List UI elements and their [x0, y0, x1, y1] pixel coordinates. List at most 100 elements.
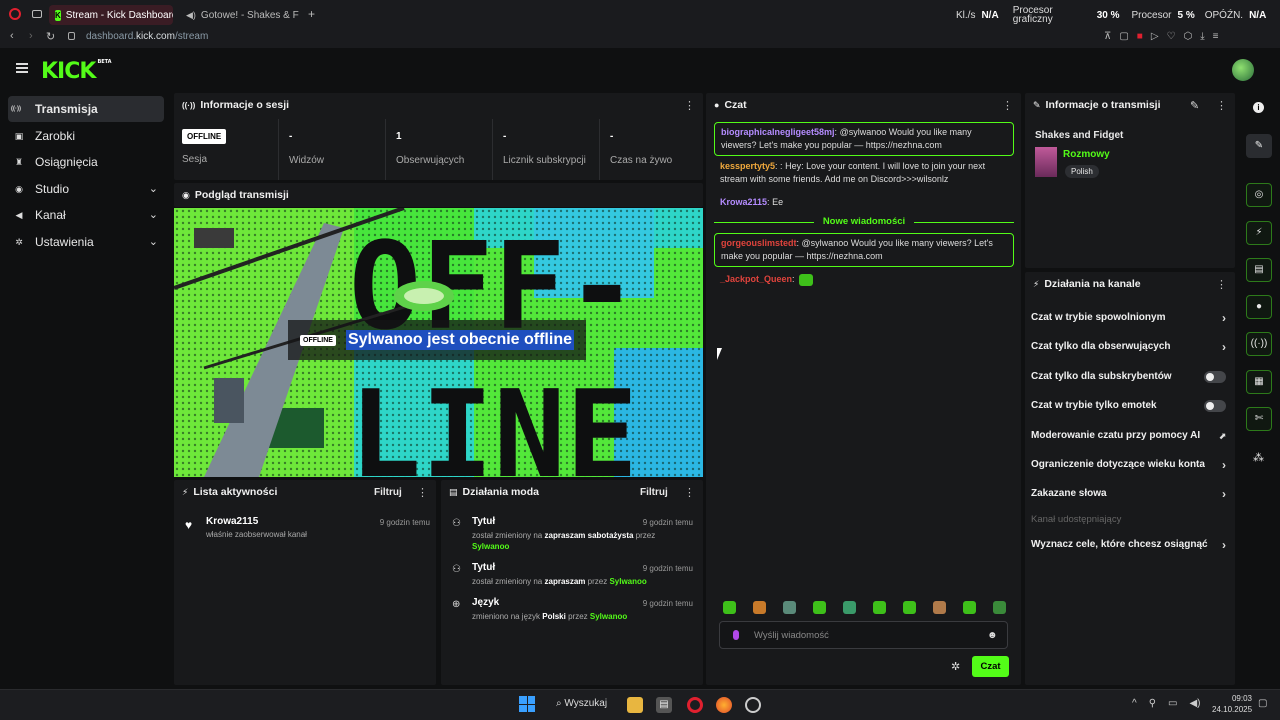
chat-username[interactable]: _Jackpot_Queen: [720, 274, 792, 284]
channel-action-item[interactable]: Czat tylko dla obserwujących ›: [1031, 337, 1226, 357]
rail-nodes-icon[interactable]: ⁂: [1253, 451, 1264, 464]
channel-action-item[interactable]: Moderowanie czatu przy pomocy AI ⬈: [1031, 426, 1226, 446]
channel-action-item[interactable]: Czat w trybie tylko emotek: [1031, 396, 1226, 416]
snapshot-icon[interactable]: ▢: [1119, 31, 1128, 42]
mod-action-item: ⊕ Język zmieniono na język Polski przez Sy…: [452, 597, 693, 622]
emote-button[interactable]: [993, 601, 1006, 614]
rail-clipboard-button[interactable]: ▤: [1246, 258, 1272, 282]
clock[interactable]: 09:03 24.10.2025: [1212, 693, 1252, 715]
start-windows-icon[interactable]: [519, 696, 535, 712]
workspaces-icon[interactable]: [32, 10, 42, 18]
extensions-icon[interactable]: ⬡: [1184, 31, 1193, 42]
emote-button[interactable]: [843, 601, 856, 614]
sidebar-item-2[interactable]: ♜ Osiągnięcia: [8, 149, 164, 175]
reload-icon[interactable]: ↻: [46, 30, 55, 43]
sidebar-item-label: Zarobki: [35, 128, 76, 143]
panel-title: Czat: [724, 99, 747, 111]
store-icon[interactable]: ▤: [656, 697, 672, 713]
palette-icon: ◉: [15, 183, 23, 194]
rail-camera-button[interactable]: ◎: [1246, 183, 1272, 207]
panel-title: Lista aktywności: [193, 486, 278, 498]
kebab-menu-icon[interactable]: ⋮: [417, 486, 428, 499]
broadcast-icon: ((·)): [182, 100, 196, 110]
emoji-icon[interactable]: ☻: [987, 630, 998, 641]
player-icon[interactable]: ▷: [1151, 31, 1159, 42]
heart-icon[interactable]: ♡: [1167, 31, 1176, 42]
channel-action-item[interactable]: Czat w trybie spowolnionym ›: [1031, 308, 1226, 328]
emote-button[interactable]: [873, 601, 886, 614]
kebab-menu-icon[interactable]: ⋮: [684, 99, 695, 112]
steam-icon[interactable]: [745, 697, 761, 713]
chevron-down-icon[interactable]: ⌄: [149, 208, 158, 221]
info-icon[interactable]: i: [1253, 102, 1264, 113]
emote-button[interactable]: [723, 601, 736, 614]
filter-button[interactable]: Filtruj: [374, 487, 402, 498]
opera-logo-icon[interactable]: [9, 8, 21, 20]
forward-icon[interactable]: ›: [29, 30, 33, 42]
filter-button[interactable]: Filtruj: [640, 487, 668, 498]
new-tab-button[interactable]: +: [308, 7, 315, 21]
edit-icon[interactable]: ✎: [1190, 99, 1199, 112]
chat-username[interactable]: kesspertyty5: [720, 161, 775, 171]
back-icon[interactable]: ‹: [10, 30, 14, 42]
menu-toggle-icon[interactable]: [16, 63, 28, 73]
chat-settings-icon[interactable]: ✲: [951, 660, 960, 673]
avatar[interactable]: [1232, 59, 1254, 81]
chevron-up-icon[interactable]: ^: [1132, 698, 1137, 709]
channel-action-item[interactable]: Zakazane słowa ›: [1031, 484, 1226, 504]
shield-icon[interactable]: ■: [1137, 31, 1143, 42]
opera-taskbar-icon[interactable]: [687, 697, 703, 713]
firefox-icon[interactable]: [716, 697, 732, 713]
emote-button[interactable]: [813, 601, 826, 614]
emote-button[interactable]: [933, 601, 946, 614]
chat-send-button[interactable]: Czat: [972, 656, 1009, 677]
toggle-switch[interactable]: [1204, 400, 1226, 412]
category-link[interactable]: Rozmowy: [1063, 149, 1110, 160]
kebab-menu-icon[interactable]: ⋮: [1002, 99, 1013, 112]
url-field[interactable]: dashboard.kick.com/stream: [86, 31, 208, 42]
chevron-down-icon[interactable]: ⌄: [149, 182, 158, 195]
tab-kick-dashboard[interactable]: K Stream - Kick Dashboard: [49, 5, 173, 25]
emote-button[interactable]: [963, 601, 976, 614]
chevron-down-icon[interactable]: ⌄: [149, 235, 158, 248]
rail-chat-button[interactable]: ●: [1246, 295, 1272, 319]
sidebar-item-1[interactable]: ▣ Zarobki: [8, 123, 164, 149]
channel-action-item[interactable]: Czat tylko dla subskrybentów: [1031, 367, 1226, 387]
network-icon[interactable]: ▭: [1168, 698, 1177, 709]
rail-tools-button[interactable]: ✄: [1246, 407, 1272, 431]
sidebar-item-5[interactable]: ✲ Ustawienia ⌄: [8, 229, 164, 255]
edit-panel-button[interactable]: ✎: [1246, 134, 1272, 158]
goal-item[interactable]: Wyznacz cele, które chcesz osiągnąć ›: [1031, 535, 1226, 555]
kebab-menu-icon[interactable]: ⋮: [1216, 99, 1227, 112]
notifications-icon[interactable]: ▢: [1258, 698, 1267, 709]
taskbar-search[interactable]: ⌕ Wyszukaj: [556, 698, 607, 709]
kick-logo[interactable]: KICK BETA: [41, 59, 112, 84]
chat-input[interactable]: Wyślij wiadomość: [719, 621, 1008, 649]
chat-username[interactable]: gorgeouslimstedt: [721, 238, 797, 248]
menu-icon[interactable]: ≡: [1213, 31, 1219, 42]
rail-layout-button[interactable]: ▦: [1246, 370, 1272, 394]
toggle-switch[interactable]: [1204, 371, 1226, 383]
file-explorer-icon[interactable]: [627, 697, 643, 713]
pin-icon[interactable]: ⊼: [1104, 31, 1111, 42]
chat-username[interactable]: Krowa2115: [720, 197, 767, 207]
sidebar-item-4[interactable]: ◀ Kanał ⌄: [8, 202, 164, 228]
chat-username[interactable]: biographicalnegligeet58mj: [721, 127, 835, 137]
mic-tray-icon[interactable]: ⚲: [1149, 698, 1156, 709]
sidebar-item-3[interactable]: ◉ Studio ⌄: [8, 176, 164, 202]
kebab-menu-icon[interactable]: ⋮: [684, 486, 695, 499]
browser-toolbar-icons: ⊼ ▢ ■ ▷ ♡ ⬡ ⤓ ≡: [1104, 31, 1219, 42]
offline-message: Sylwanoo jest obecnie offline: [345, 330, 574, 350]
rail-broadcast-button[interactable]: ((·)): [1246, 332, 1272, 356]
kebab-menu-icon[interactable]: ⋮: [1216, 278, 1227, 291]
microphone-icon[interactable]: [733, 630, 739, 640]
tab-shakes-fidget[interactable]: ◀) Gotowe! - Shakes & F: [180, 5, 300, 25]
rail-lightning-button[interactable]: ⚡: [1246, 221, 1272, 245]
emote-button[interactable]: [753, 601, 766, 614]
volume-icon[interactable]: ◀): [1189, 698, 1200, 709]
downloads-icon[interactable]: ⤓: [1200, 31, 1204, 42]
sidebar-item-0[interactable]: ((·)) Transmisja: [8, 96, 164, 122]
emote-button[interactable]: [903, 601, 916, 614]
emote-button[interactable]: [783, 601, 796, 614]
channel-action-item[interactable]: Ograniczenie dotyczące wieku konta ›: [1031, 455, 1226, 475]
